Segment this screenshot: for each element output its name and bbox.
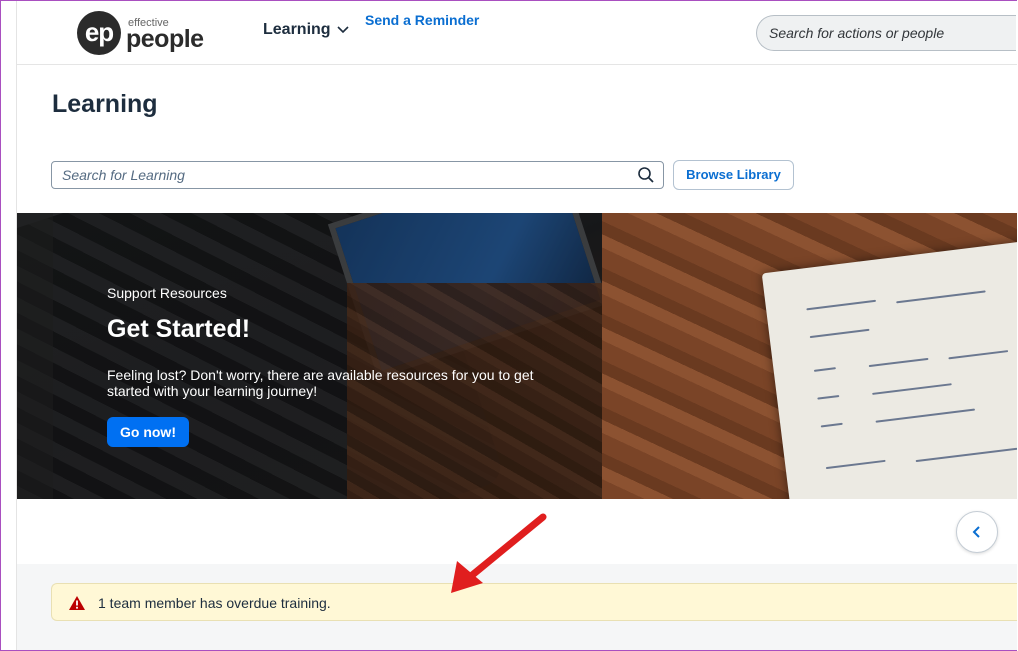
- global-search-input[interactable]: Search for actions or people: [756, 15, 1016, 51]
- learning-search-placeholder: Search for Learning: [62, 167, 185, 183]
- global-search-placeholder: Search for actions or people: [769, 25, 945, 41]
- learning-menu-button[interactable]: Learning: [263, 21, 349, 39]
- banner-image-notebook: [602, 213, 1017, 499]
- search-icon[interactable]: [637, 166, 655, 184]
- app-frame: ep effective people Learning Search for …: [0, 0, 1017, 651]
- send-reminder-link[interactable]: Send a Reminder: [365, 12, 479, 28]
- go-now-button[interactable]: Go now!: [107, 417, 189, 447]
- overdue-message-text: 1 team member has overdue training.: [98, 595, 331, 611]
- learning-menu-label: Learning: [263, 21, 331, 38]
- browse-library-button[interactable]: Browse Library: [673, 160, 794, 190]
- company-logo[interactable]: ep effective people: [77, 11, 216, 55]
- chevron-left-icon: [972, 526, 980, 538]
- hero-banner: Support Resources Get Started! Feeling l…: [17, 213, 1017, 499]
- page-title: Learning: [52, 90, 158, 118]
- logo-name-text: people: [126, 25, 204, 53]
- banner-image-laptop: [17, 213, 609, 499]
- banner-title: Get Started!: [107, 315, 251, 343]
- logo-mark: ep: [77, 11, 121, 55]
- carousel-previous-button[interactable]: [956, 511, 998, 553]
- left-gutter: [1, 1, 17, 650]
- chevron-down-icon: [336, 26, 349, 34]
- banner-subtitle: Support Resources: [107, 285, 227, 301]
- warning-icon: [69, 596, 85, 610]
- annotation-arrow-icon: [451, 513, 547, 593]
- banner-description: Feeling lost? Don't worry, there are ava…: [107, 367, 534, 399]
- logo-wordmark: effective people: [126, 11, 216, 55]
- learning-search-input[interactable]: Search for Learning: [51, 161, 664, 189]
